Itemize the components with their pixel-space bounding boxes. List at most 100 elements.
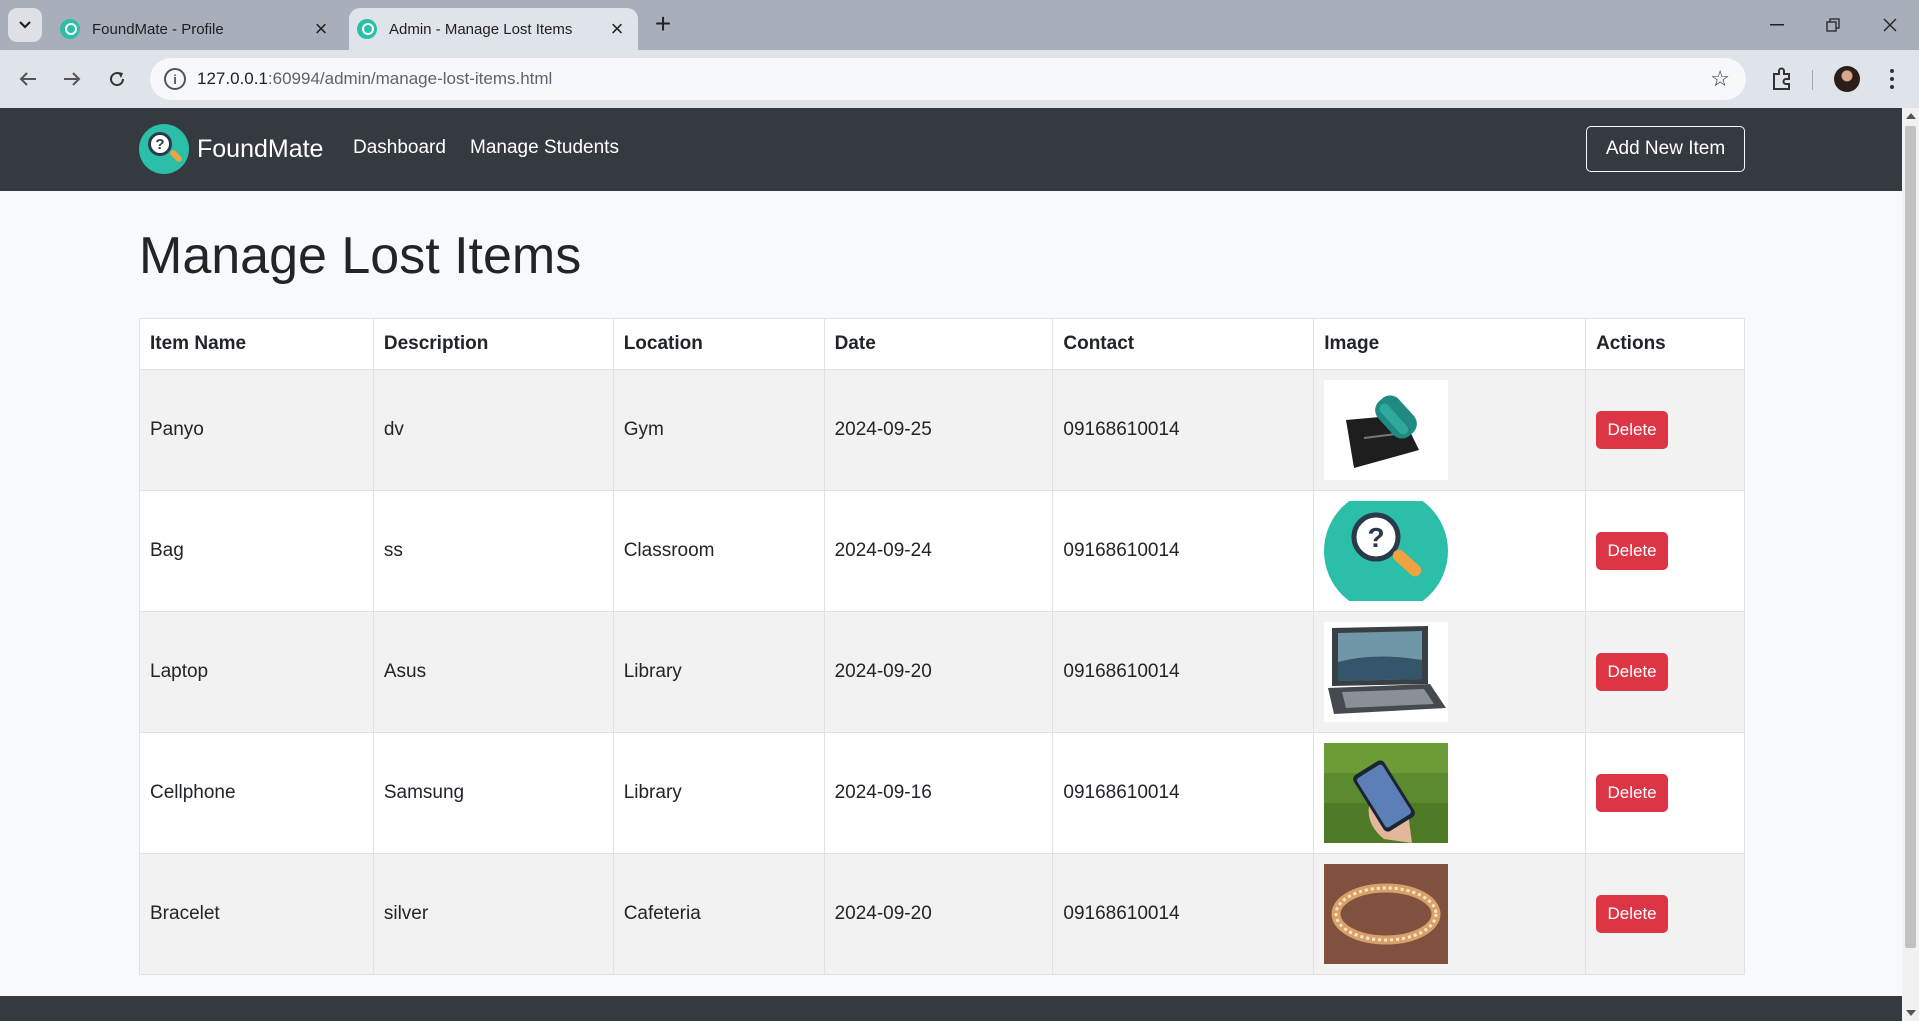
table-row: Panyo dv Gym 2024-09-25 09168610014 Dele…: [139, 369, 1745, 491]
bookmark-star-icon[interactable]: ☆: [1710, 66, 1730, 92]
towel-and-pouch-image: [1324, 380, 1449, 480]
tab-title: FoundMate - Profile: [92, 20, 224, 38]
site-navbar: ? FoundMate Dashboard Manage Students Ad…: [0, 108, 1902, 191]
header-item-name: Item Name: [139, 318, 374, 370]
scroll-up-arrow-icon[interactable]: [1906, 113, 1916, 119]
cell-image: [1313, 369, 1587, 491]
cell-contact: 09168610014: [1052, 611, 1315, 733]
table-row: Bracelet silver Cafeteria 2024-09-20 091…: [139, 853, 1745, 975]
restore-icon[interactable]: [1818, 12, 1848, 38]
back-arrow-icon[interactable]: [13, 64, 43, 94]
cell-image: [1313, 853, 1587, 975]
header-image: Image: [1313, 318, 1587, 370]
cell-location: Library: [612, 611, 825, 733]
url-text[interactable]: 127.0.0.1:60994/admin/manage-lost-items.…: [197, 69, 552, 89]
page-footer: [0, 996, 1902, 1021]
scroll-down-arrow-icon[interactable]: [1906, 1010, 1916, 1016]
lost-items-table: Item Name Description Location Date Cont…: [139, 318, 1745, 975]
cell-description: Samsung: [372, 732, 614, 854]
cell-location: Gym: [612, 369, 825, 491]
url-host: 127.0.0.1: [197, 69, 268, 88]
window-close-icon[interactable]: [1875, 12, 1905, 38]
delete-button[interactable]: Delete: [1596, 895, 1669, 933]
cell-description: Asus: [372, 611, 614, 733]
site-info-icon[interactable]: i: [164, 68, 186, 90]
cell-location: Classroom: [612, 490, 825, 612]
header-contact: Contact: [1052, 318, 1315, 370]
browser-tab-manage-lost-items[interactable]: Admin - Manage Lost Items ×: [349, 8, 638, 50]
table-row: Laptop Asus Library 2024-09-20 091686100…: [139, 611, 1745, 733]
nav-link-dashboard[interactable]: Dashboard: [353, 137, 446, 159]
add-new-item-button[interactable]: Add New Item: [1586, 126, 1745, 172]
url-path: :60994/admin/manage-lost-items.html: [267, 69, 553, 88]
cell-actions: Delete: [1585, 853, 1745, 975]
browser-menu-icon[interactable]: [1880, 64, 1904, 94]
svg-text:?: ?: [1368, 522, 1385, 553]
table-row: Cellphone Samsung Library 2024-09-16 091…: [139, 732, 1745, 854]
cell-actions: Delete: [1585, 611, 1745, 733]
cell-image: [1313, 611, 1587, 733]
page-title: Manage Lost Items: [139, 227, 582, 285]
cell-location: Cafeteria: [612, 853, 825, 975]
cell-actions: Delete: [1585, 732, 1745, 854]
page-scrollbar[interactable]: [1902, 108, 1919, 1021]
close-icon[interactable]: ×: [604, 16, 630, 42]
foundmate-favicon-icon: [60, 19, 80, 39]
cell-contact: 09168610014: [1052, 369, 1315, 491]
header-date: Date: [823, 318, 1054, 370]
toolbar-divider: [1812, 70, 1813, 90]
header-actions: Actions: [1585, 318, 1745, 370]
delete-button[interactable]: Delete: [1596, 532, 1669, 570]
nav-link-manage-students[interactable]: Manage Students: [470, 137, 619, 159]
cell-description: silver: [372, 853, 614, 975]
cell-image: [1313, 732, 1587, 854]
cell-description: ss: [372, 490, 614, 612]
cell-actions: Delete: [1585, 490, 1745, 612]
foundmate-logo-icon: ?: [139, 124, 189, 174]
cell-item-name: Bracelet: [139, 853, 374, 975]
extensions-puzzle-icon[interactable]: [1767, 64, 1797, 94]
cell-item-name: Panyo: [139, 369, 374, 491]
tab-search-button[interactable]: [8, 8, 42, 42]
cell-date: 2024-09-20: [823, 611, 1054, 733]
close-icon[interactable]: ×: [308, 16, 334, 42]
delete-button[interactable]: Delete: [1596, 653, 1669, 691]
cell-date: 2024-09-20: [823, 853, 1054, 975]
cell-item-name: Bag: [139, 490, 374, 612]
browser-tab-strip: FoundMate - Profile × Admin - Manage Los…: [0, 0, 1919, 50]
header-description: Description: [372, 318, 614, 370]
browser-toolbar: i 127.0.0.1:60994/admin/manage-lost-item…: [0, 50, 1919, 108]
header-location: Location: [612, 318, 825, 370]
chevron-down-icon: [19, 21, 31, 29]
brand-link[interactable]: ? FoundMate: [139, 124, 323, 174]
cell-description: dv: [372, 369, 614, 491]
bracelet-image: [1324, 864, 1449, 964]
tab-title: Admin - Manage Lost Items: [389, 20, 573, 38]
brand-name: FoundMate: [197, 134, 324, 163]
minimize-icon[interactable]: [1762, 12, 1792, 38]
cell-item-name: Cellphone: [139, 732, 374, 854]
table-row: Bag ss Classroom 2024-09-24 09168610014 …: [139, 490, 1745, 612]
delete-button[interactable]: Delete: [1596, 774, 1669, 812]
scrollbar-thumb[interactable]: [1905, 126, 1916, 948]
cell-date: 2024-09-25: [823, 369, 1054, 491]
cell-date: 2024-09-24: [823, 490, 1054, 612]
reload-icon[interactable]: [102, 64, 132, 94]
cell-contact: 09168610014: [1052, 490, 1315, 612]
cell-location: Library: [612, 732, 825, 854]
smartphone-image: [1324, 743, 1449, 843]
address-bar[interactable]: i 127.0.0.1:60994/admin/manage-lost-item…: [150, 58, 1746, 100]
cell-actions: Delete: [1585, 369, 1745, 491]
delete-button[interactable]: Delete: [1596, 411, 1669, 449]
browser-tab-profile[interactable]: FoundMate - Profile ×: [52, 8, 342, 50]
cell-item-name: Laptop: [139, 611, 374, 733]
new-tab-plus-icon[interactable]: +: [650, 10, 676, 38]
profile-avatar[interactable]: [1834, 66, 1860, 92]
forward-arrow-icon[interactable]: [57, 64, 87, 94]
laptop-image: [1324, 622, 1449, 722]
page-viewport: ? FoundMate Dashboard Manage Students Ad…: [0, 108, 1902, 1021]
cell-contact: 09168610014: [1052, 732, 1315, 854]
cell-contact: 09168610014: [1052, 853, 1315, 975]
cell-date: 2024-09-16: [823, 732, 1054, 854]
table-header-row: Item Name Description Location Date Cont…: [139, 318, 1745, 370]
